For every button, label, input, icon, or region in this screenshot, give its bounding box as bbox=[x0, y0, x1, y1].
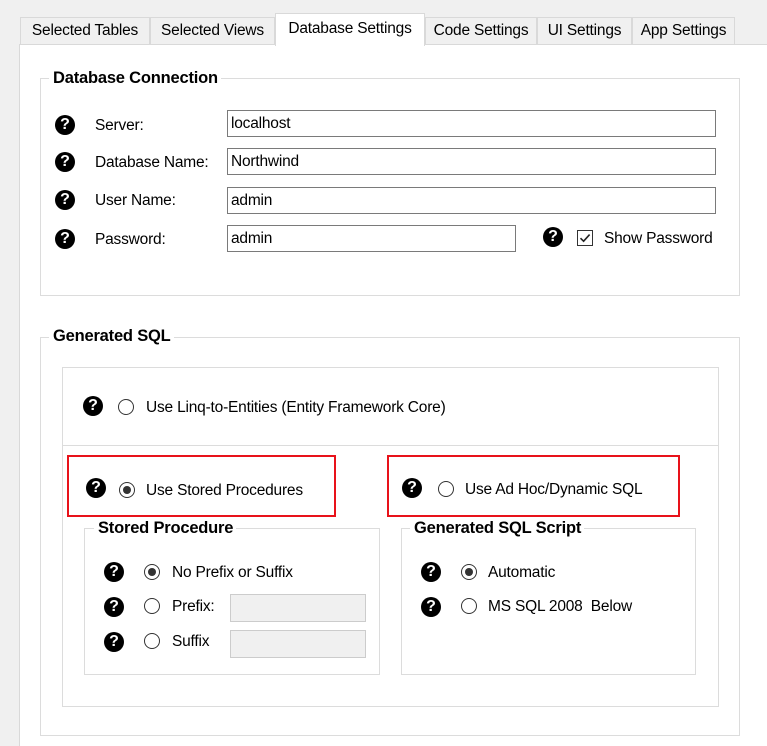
user-name-label: User Name: bbox=[95, 192, 176, 209]
help-icon[interactable]: ? bbox=[104, 562, 124, 582]
show-password-label[interactable]: Show Password bbox=[604, 230, 713, 248]
tab-label: App Settings bbox=[640, 22, 727, 39]
no-prefix-label[interactable]: No Prefix or Suffix bbox=[172, 564, 293, 582]
password-input[interactable] bbox=[227, 225, 516, 252]
stored-procedure-legend: Stored Procedure bbox=[94, 519, 237, 538]
tab-label: UI Settings bbox=[547, 22, 622, 39]
tab-label: Code Settings bbox=[433, 22, 529, 39]
tab-selected-tables[interactable]: Selected Tables bbox=[20, 17, 150, 44]
help-icon[interactable]: ? bbox=[402, 478, 422, 498]
tab-code-settings[interactable]: Code Settings bbox=[425, 17, 537, 44]
tab-label: Selected Tables bbox=[31, 22, 139, 39]
linq-label[interactable]: Use Linq-to-Entities (Entity Framework C… bbox=[146, 399, 446, 417]
mssql-2008-label[interactable]: MS SQL 2008 Below bbox=[488, 598, 632, 616]
password-label: Password: bbox=[95, 231, 166, 248]
database-name-input[interactable] bbox=[227, 148, 716, 175]
help-icon[interactable]: ? bbox=[83, 396, 103, 416]
help-icon[interactable]: ? bbox=[55, 229, 75, 249]
tab-selected-views[interactable]: Selected Views bbox=[150, 17, 275, 44]
database-name-label: Database Name: bbox=[95, 154, 209, 171]
help-icon[interactable]: ? bbox=[55, 115, 75, 135]
show-password-checkbox[interactable] bbox=[577, 230, 593, 246]
tab-label: Database Settings bbox=[288, 19, 412, 37]
no-prefix-radio[interactable] bbox=[144, 564, 160, 580]
suffix-input[interactable] bbox=[230, 630, 366, 658]
prefix-radio[interactable] bbox=[144, 598, 160, 614]
server-input[interactable] bbox=[227, 110, 716, 137]
suffix-label[interactable]: Suffix bbox=[172, 633, 209, 651]
linq-radio[interactable] bbox=[118, 399, 134, 415]
stored-procedures-label[interactable]: Use Stored Procedures bbox=[146, 482, 303, 500]
help-icon[interactable]: ? bbox=[421, 597, 441, 617]
help-icon[interactable]: ? bbox=[421, 562, 441, 582]
server-label: Server: bbox=[95, 117, 144, 134]
stored-procedures-radio[interactable] bbox=[119, 482, 135, 498]
tab-database-settings[interactable]: Database Settings bbox=[275, 13, 425, 46]
help-icon[interactable]: ? bbox=[86, 478, 106, 498]
generated-sql-script-legend: Generated SQL Script bbox=[410, 519, 585, 538]
help-icon[interactable]: ? bbox=[104, 632, 124, 652]
prefix-label[interactable]: Prefix: bbox=[172, 598, 215, 616]
tab-label: Selected Views bbox=[161, 22, 264, 39]
tab-app-settings[interactable]: App Settings bbox=[632, 17, 735, 44]
user-name-input[interactable] bbox=[227, 187, 716, 214]
prefix-input[interactable] bbox=[230, 594, 366, 622]
adhoc-sql-label[interactable]: Use Ad Hoc/Dynamic SQL bbox=[465, 481, 643, 499]
help-icon[interactable]: ? bbox=[55, 190, 75, 210]
adhoc-sql-radio[interactable] bbox=[438, 481, 454, 497]
help-icon[interactable]: ? bbox=[104, 597, 124, 617]
tab-ui-settings[interactable]: UI Settings bbox=[537, 17, 632, 44]
suffix-radio[interactable] bbox=[144, 633, 160, 649]
automatic-radio[interactable] bbox=[461, 564, 477, 580]
help-icon[interactable]: ? bbox=[55, 152, 75, 172]
mssql-2008-radio[interactable] bbox=[461, 598, 477, 614]
checkmark-icon bbox=[579, 234, 591, 243]
automatic-label[interactable]: Automatic bbox=[488, 564, 555, 582]
database-connection-legend: Database Connection bbox=[49, 69, 221, 88]
generated-sql-legend: Generated SQL bbox=[49, 327, 174, 346]
help-icon[interactable]: ? bbox=[543, 227, 563, 247]
